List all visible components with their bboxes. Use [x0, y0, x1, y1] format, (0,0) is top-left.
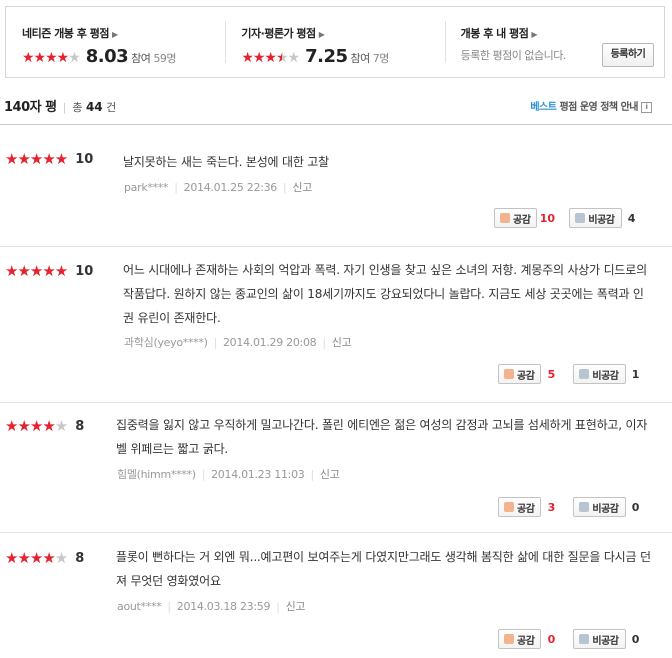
vote-area: 공감 5 비공감 1: [498, 363, 646, 385]
star-rating: ★★★★★: [241, 50, 300, 66]
divider: [0, 402, 672, 403]
my-rating-title[interactable]: 개봉 후 내 평점 ▶: [461, 25, 664, 41]
review-text: 어느 시대에나 존재하는 사회의 억압과 폭력. 자기 인생을 찾고 싶은 소녀…: [123, 263, 647, 325]
like-count: 3: [547, 500, 556, 514]
review-score: ★★★★★ 8: [5, 549, 85, 567]
participants: 참여 59명: [131, 52, 177, 65]
review-author[interactable]: park****: [124, 181, 169, 194]
like-button[interactable]: 공감: [498, 364, 542, 384]
review-text: 플롯이 뻔하다는 거 외엔 뭐...예고편이 보여주는게 다였지만그래도 생각해…: [116, 550, 651, 588]
review-text: 날지못하는 새는 죽는다. 본성에 대한 고찰: [123, 155, 329, 169]
list-title: 140자 평: [4, 100, 57, 115]
critic-rating-title[interactable]: 기자·평론가 평점 ▶: [241, 25, 444, 41]
participants: 참여 7명: [350, 52, 390, 65]
review-author[interactable]: 힘멜(himm****): [117, 468, 196, 481]
thumbs-up-icon: [504, 502, 514, 512]
star-rating: ★★★★★: [5, 417, 68, 435]
like-count: 5: [547, 367, 556, 381]
like-count: 0: [547, 632, 556, 646]
divider: [0, 124, 672, 125]
critic-score: 7.25: [305, 46, 348, 67]
like-button[interactable]: 공감: [498, 629, 542, 649]
arrow-right-icon: ▶: [531, 30, 538, 39]
divider: [0, 532, 672, 533]
rating-summary: 네티즌 개봉 후 평점 ▶ ★★★★★ 8.03 참여 59명 기자·평론가 평점…: [5, 6, 665, 78]
review-date: 2014.03.18 23:59: [176, 600, 271, 613]
vote-area: 공감 0 비공감 0: [498, 628, 646, 650]
review-author[interactable]: aout****: [117, 600, 162, 613]
thumbs-down-icon: [579, 369, 590, 379]
report-link[interactable]: 신고: [320, 468, 340, 481]
review-date: 2014.01.25 22:36: [183, 181, 278, 194]
star-rating: ★★★★★: [5, 549, 68, 567]
review-list-header: 140자 평 | 총 44 건 베스트 평점 운영 정책 안내 i: [4, 96, 666, 115]
vote-area: 공감 3 비공감 0: [498, 496, 646, 518]
thumbs-down-icon: [579, 634, 590, 644]
report-link[interactable]: 신고: [286, 600, 306, 613]
review-text: 집중력을 잃지 않고 우직하게 밀고나간다. 폴린 에티엔은 젊은 여성의 감정…: [116, 418, 648, 456]
review-date: 2014.01.29 20:08: [222, 336, 317, 349]
thumbs-up-icon: [504, 369, 514, 379]
thumbs-up-icon: [500, 213, 510, 223]
like-button[interactable]: 공감: [494, 208, 538, 228]
thumbs-down-icon: [575, 213, 586, 223]
vote-area: 공감 10 비공감 4: [494, 207, 642, 229]
review-score: ★★★★★ 10: [5, 262, 94, 280]
thumbs-up-icon: [504, 634, 514, 644]
dislike-count: 0: [631, 632, 640, 646]
review-author[interactable]: 과학심(yeyo****): [124, 336, 208, 349]
review-meta: aout**** | 2014.03.18 23:59 | 신고: [117, 600, 306, 613]
arrow-right-icon: ▶: [111, 30, 118, 39]
policy-link[interactable]: 베스트 평점 운영 정책 안내 i: [530, 98, 652, 113]
star-rating: ★★★★★: [5, 262, 68, 280]
report-link[interactable]: 신고: [332, 336, 352, 349]
like-button[interactable]: 공감: [498, 497, 542, 517]
dislike-count: 1: [631, 367, 640, 381]
dislike-count: 0: [631, 500, 640, 514]
netizen-rating-title[interactable]: 네티즌 개봉 후 평점 ▶: [22, 25, 225, 41]
netizen-rating: 네티즌 개봉 후 평점 ▶ ★★★★★ 8.03 참여 59명: [6, 7, 225, 77]
divider: [0, 246, 672, 247]
dislike-button[interactable]: 비공감: [573, 629, 626, 649]
review-date: 2014.01.23 11:03: [211, 468, 305, 481]
star-rating: ★★★★★: [5, 150, 68, 168]
dislike-button[interactable]: 비공감: [573, 497, 626, 517]
review-score: ★★★★★ 10: [5, 150, 94, 168]
dislike-count: 4: [627, 211, 636, 225]
arrow-right-icon: ▶: [318, 30, 325, 39]
report-link[interactable]: 신고: [292, 181, 312, 194]
dislike-button[interactable]: 비공감: [569, 208, 622, 228]
info-icon: i: [641, 101, 652, 113]
star-rating: ★★★★★: [22, 50, 81, 66]
review-meta: park**** | 2014.01.25 22:36 | 신고: [124, 181, 313, 194]
total-count: 총 44 건: [72, 100, 117, 114]
thumbs-down-icon: [579, 502, 590, 512]
register-button[interactable]: 등록하기: [601, 43, 654, 67]
critic-rating: 기자·평론가 평점 ▶ ★★★★★ 7.25 참여 7명: [225, 7, 444, 77]
review-meta: 힘멜(himm****) | 2014.01.23 11:03 | 신고: [117, 468, 340, 481]
review-score: ★★★★★ 8: [5, 417, 85, 435]
like-count: 10: [539, 211, 556, 225]
netizen-score: 8.03: [85, 46, 129, 67]
dislike-button[interactable]: 비공감: [573, 364, 626, 384]
review-meta: 과학심(yeyo****) | 2014.01.29 20:08 | 신고: [124, 336, 352, 349]
my-rating: 개봉 후 내 평점 ▶ 등록한 평점이 없습니다. 등록하기: [444, 7, 664, 77]
divider: |: [62, 101, 67, 114]
